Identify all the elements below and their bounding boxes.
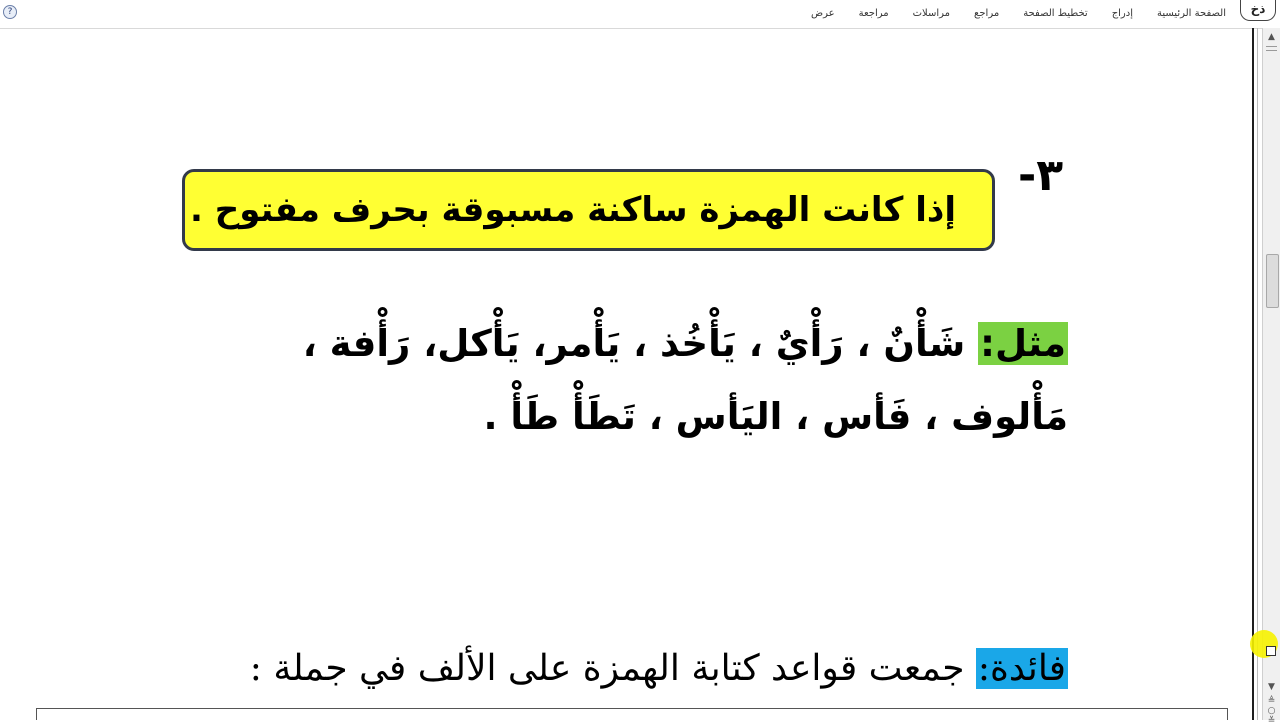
table-border-top	[36, 708, 1228, 709]
ribbon-bar: ? الصفحة الرئيسية إدراج تخطيط الصفحة مرا…	[0, 0, 1280, 29]
benefit-label: فائدة:	[975, 648, 1068, 689]
table-border-left	[36, 708, 37, 720]
example-line-2: مَأْلوف ، فَأس ، اليَأس ، تَطَأْ طَأْ .	[470, 395, 1068, 438]
page-right-edge	[1252, 28, 1254, 720]
scroll-marker	[1266, 46, 1277, 47]
scroll-marker	[1266, 50, 1277, 51]
item-number: ٣-	[1018, 150, 1064, 201]
tab-insert[interactable]: إدراج	[1112, 8, 1133, 19]
tab-home[interactable]: الصفحة الرئيسية	[1157, 8, 1226, 19]
benefit-line: فائدة: جمعت قواعد كتابة الهمزة على الألف…	[240, 648, 1068, 689]
example-line-1: مثل: شَأْنٌ ، رَأْيٌ ، يَأْخُذ ، يَأْمر،…	[280, 322, 1068, 365]
benefit-text: جمعت قواعد كتابة الهمزة على الألف في جمل…	[249, 648, 976, 689]
tab-view[interactable]: عرض	[811, 8, 835, 19]
vertical-scrollbar[interactable]: ▲ ▼ ≜ ○ ≚	[1262, 28, 1280, 726]
tab-page-layout[interactable]: تخطيط الصفحة	[1023, 8, 1088, 19]
tab-references[interactable]: مراجع	[974, 8, 999, 19]
page-right-edge-shadow	[1257, 28, 1258, 720]
table-border-right	[1227, 708, 1228, 720]
scrollbar-thumb[interactable]	[1266, 254, 1279, 308]
ribbon-tabs: الصفحة الرئيسية إدراج تخطيط الصفحة مراجع…	[811, 8, 1226, 19]
tab-review[interactable]: مراجعة	[859, 8, 889, 19]
channel-logo: ذخ	[1240, 0, 1276, 21]
scroll-up-arrow-icon[interactable]: ▲	[1265, 30, 1278, 44]
mouse-cursor-icon	[1266, 646, 1276, 656]
next-page-icon[interactable]: ≚	[1265, 714, 1278, 728]
scroll-down-arrow-icon[interactable]: ▼	[1265, 680, 1278, 694]
example-words-1: شَأْنٌ ، رَأْيٌ ، يَأْخُذ ، يَأْمر، يَأْ…	[302, 322, 979, 365]
rule-text: إذا كانت الهمزة ساكنة مسبوقة بحرف مفتوح …	[189, 190, 956, 230]
help-icon[interactable]: ?	[3, 5, 17, 19]
example-label: مثل:	[978, 322, 1068, 365]
tab-mailings[interactable]: مراسلات	[913, 8, 950, 19]
rule-box: إذا كانت الهمزة ساكنة مسبوقة بحرف مفتوح …	[182, 169, 995, 251]
example-words-2: مَأْلوف ، فَأس ، اليَأس ، تَطَأْ طَأْ .	[483, 395, 1068, 438]
